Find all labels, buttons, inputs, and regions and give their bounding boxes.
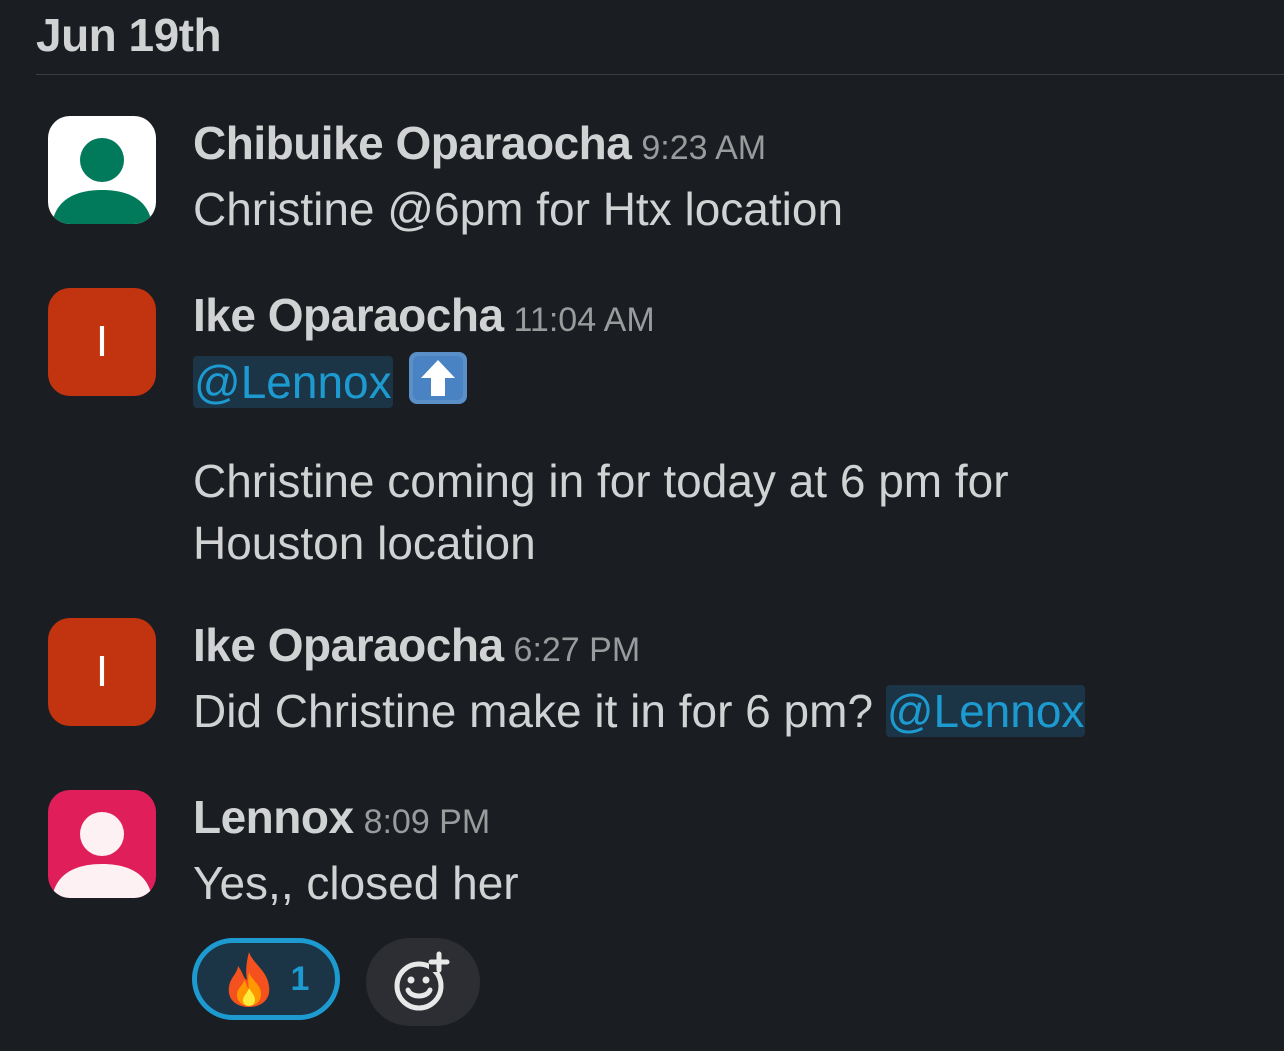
person-icon <box>52 812 152 898</box>
author-name[interactable]: Ike Oparaocha <box>193 289 504 341</box>
avatar-letter: I <box>95 647 109 696</box>
message-mention-line: @Lennox <box>193 350 469 413</box>
avatar[interactable]: I <box>48 288 156 396</box>
message-text-line: Christine coming in for today at 6 pm fo… <box>193 455 1009 507</box>
message-text-content: Did Christine make it in for 6 pm? <box>193 685 874 737</box>
message-header: Chibuike Oparaocha 9:23 AM <box>193 116 766 170</box>
user-mention[interactable]: @Lennox <box>885 685 1086 737</box>
message-text-content: Yes,, closed her <box>193 857 519 909</box>
message-text: Yes,, closed her <box>193 852 519 914</box>
message-header: Ike Oparaocha 6:27 PM <box>193 618 640 672</box>
date-header: Jun 19th <box>36 9 222 61</box>
person-icon <box>52 138 152 224</box>
reactions-bar: 1 <box>192 938 480 1026</box>
author-name[interactable]: Lennox <box>193 791 354 843</box>
user-mention[interactable]: @Lennox <box>193 356 393 408</box>
message-text: Did Christine make it in for 6 pm? @Lenn… <box>193 680 1086 742</box>
timestamp[interactable]: 11:04 AM <box>514 301 655 339</box>
arrow-up-emoji <box>408 352 467 404</box>
reaction-fire[interactable]: 1 <box>192 938 340 1020</box>
add-reaction-button[interactable] <box>366 938 480 1026</box>
timestamp[interactable]: 8:09 PM <box>364 803 491 841</box>
message-text-line: Houston location <box>193 517 536 569</box>
avatar[interactable] <box>48 116 156 224</box>
author-name[interactable]: Chibuike Oparaocha <box>193 117 632 169</box>
date-divider <box>36 74 1284 75</box>
author-name[interactable]: Ike Oparaocha <box>193 619 504 671</box>
message-text-content: Christine @6pm for Htx location <box>193 183 844 235</box>
timestamp[interactable]: 6:27 PM <box>514 631 641 669</box>
message-header: Lennox 8:09 PM <box>193 790 490 844</box>
avatar[interactable]: I <box>48 618 156 726</box>
message-header: Ike Oparaocha 11:04 AM <box>193 288 655 342</box>
add-emoji-icon <box>394 951 450 1011</box>
avatar-letter: I <box>95 317 109 366</box>
avatar[interactable] <box>48 790 156 898</box>
fire-emoji <box>228 952 269 1007</box>
timestamp[interactable]: 9:23 AM <box>641 129 766 167</box>
reaction-count: 1 <box>290 959 310 998</box>
message-text: Christine coming in for today at 6 pm fo… <box>193 450 1009 574</box>
message-text: Christine @6pm for Htx location <box>193 178 843 240</box>
